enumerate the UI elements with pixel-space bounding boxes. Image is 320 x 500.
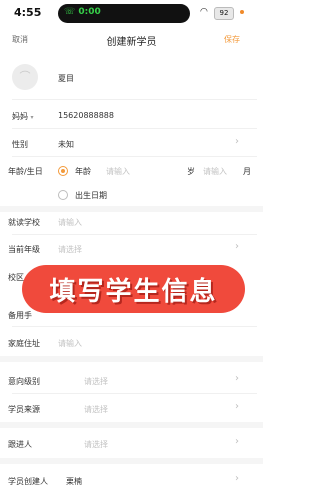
age-years-input[interactable]: 请输入 — [106, 166, 130, 177]
years-unit: 岁 — [187, 167, 195, 176]
creator-value: 栗楠 — [66, 477, 82, 486]
grade-select[interactable]: 请选择 — [58, 244, 82, 255]
divider — [12, 234, 257, 235]
birthday-radio[interactable] — [58, 190, 68, 200]
battery-icon: 92 — [214, 7, 234, 20]
chevron-right-icon[interactable]: › — [235, 436, 239, 447]
section-divider — [0, 206, 263, 212]
privacy-dot-icon — [240, 10, 244, 14]
follower-select[interactable]: 请选择 — [84, 439, 108, 450]
section-divider — [0, 422, 263, 428]
divider — [12, 99, 257, 100]
intent-level-label: 意向级别 — [8, 377, 40, 386]
chevron-right-icon[interactable]: › — [235, 473, 239, 484]
creator-label: 学员创建人 — [8, 477, 48, 486]
instruction-banner: 填写学生信息 — [22, 265, 245, 313]
school-label: 就读学校 — [8, 218, 40, 227]
grade-label: 当前年级 — [8, 245, 40, 254]
chevron-right-icon[interactable]: › — [235, 373, 239, 384]
wifi-icon: ◠ — [200, 7, 208, 17]
phone-field[interactable]: 15620888888 — [58, 111, 114, 120]
birthday-option-label: 出生日期 — [75, 191, 107, 200]
status-time: 4:55 — [14, 6, 42, 19]
divider — [12, 156, 257, 157]
age-option-label: 年龄 — [75, 167, 91, 176]
save-button[interactable]: 保存 — [224, 34, 240, 45]
age-radio[interactable] — [58, 166, 68, 176]
chevron-right-icon[interactable]: › — [235, 136, 239, 147]
section-divider — [0, 356, 263, 362]
avatar-placeholder-icon: ⌒ — [19, 70, 31, 83]
divider — [12, 128, 257, 129]
call-timer: ☏ 0:00 — [64, 7, 101, 17]
address-label: 家庭住址 — [8, 339, 40, 348]
gender-value[interactable]: 未知 — [58, 139, 74, 150]
follower-label: 跟进人 — [8, 440, 32, 449]
address-input[interactable]: 请输入 — [58, 338, 82, 349]
chevron-right-icon[interactable]: › — [235, 401, 239, 412]
chevron-right-icon[interactable]: › — [235, 241, 239, 252]
chevron-down-icon: ▾ — [30, 114, 34, 121]
age-months-input[interactable]: 请输入 — [203, 166, 227, 177]
source-label: 学员来源 — [8, 405, 40, 414]
gender-label: 性别 — [12, 140, 28, 149]
age-birth-label: 年龄/生日 — [8, 167, 43, 176]
campus-label: 校区 — [8, 273, 24, 282]
months-unit: 月 — [243, 167, 251, 176]
relation-select[interactable]: 妈妈 ▾ — [12, 111, 34, 122]
section-divider — [0, 458, 263, 464]
divider — [12, 393, 257, 394]
backup-phone-label: 备用手 — [8, 311, 32, 320]
source-select[interactable]: 请选择 — [84, 404, 108, 415]
intent-level-select[interactable]: 请选择 — [84, 376, 108, 387]
school-input[interactable]: 请输入 — [58, 217, 82, 228]
student-name-field[interactable]: 夏目 — [58, 73, 74, 84]
instruction-banner-text: 填写学生信息 — [49, 276, 218, 307]
divider — [12, 326, 257, 327]
